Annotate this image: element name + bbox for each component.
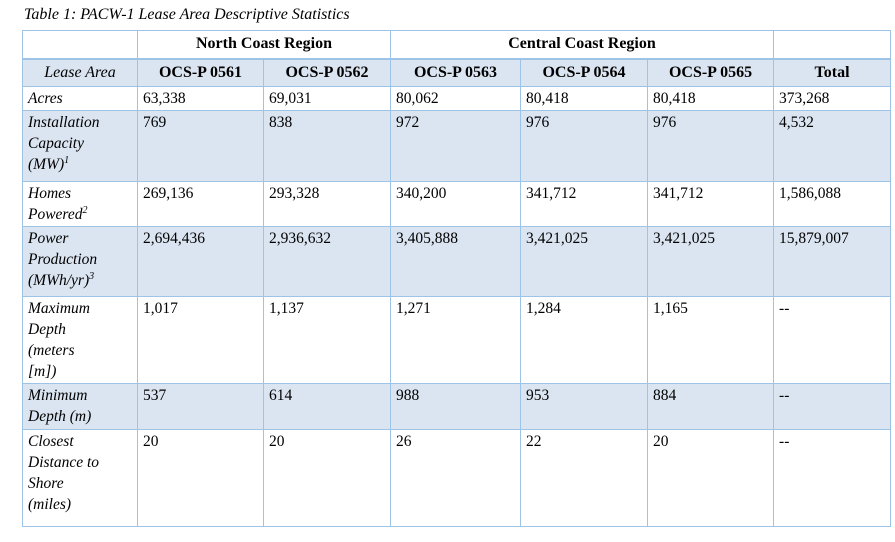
row-label: Acres: [23, 87, 138, 111]
cell-value: 2,936,632: [264, 227, 391, 297]
table-row-power-production: Power Production (MWh/yr)3 2,694,436 2,9…: [23, 227, 891, 297]
cell-value: 976: [521, 111, 648, 182]
column-header-ocsp-0563: OCS-P 0563: [391, 59, 521, 87]
cell-value: 614: [264, 384, 391, 430]
cell-value: 20: [138, 430, 264, 527]
region-header-blank: [774, 31, 891, 59]
cell-value: 80,418: [648, 87, 774, 111]
footnote-marker: 1: [64, 155, 69, 166]
table-caption: Table 1: PACW-1 Lease Area Descriptive S…: [24, 5, 895, 25]
lease-area-stats-table: North Coast Region Central Coast Region …: [22, 30, 891, 527]
column-header-lease-area: Lease Area: [23, 59, 138, 87]
cell-value: 340,200: [391, 182, 521, 227]
cell-value: 976: [648, 111, 774, 182]
row-label-text: Minimum Depth (m): [28, 387, 91, 425]
table-row-homes-powered: Homes Powered2 269,136 293,328 340,200 3…: [23, 182, 891, 227]
footnote-marker: 2: [83, 205, 88, 216]
cell-value: 884: [648, 384, 774, 430]
cell-value: 1,284: [521, 297, 648, 384]
row-label: Closest Distance to Shore (miles): [23, 430, 138, 527]
column-header-ocsp-0565: OCS-P 0565: [648, 59, 774, 87]
cell-value: 20: [264, 430, 391, 527]
cell-value: 80,062: [391, 87, 521, 111]
cell-value: 26: [391, 430, 521, 527]
cell-value: 537: [138, 384, 264, 430]
cell-total: 373,268: [774, 87, 891, 111]
row-label: Maximum Depth (meters [m]): [23, 297, 138, 384]
cell-value: 63,338: [138, 87, 264, 111]
column-header-ocsp-0562: OCS-P 0562: [264, 59, 391, 87]
row-label-text: Power Production (MWh/yr): [28, 230, 97, 289]
cell-value: 838: [264, 111, 391, 182]
cell-value: 293,328: [264, 182, 391, 227]
cell-total: 4,532: [774, 111, 891, 182]
cell-value: 988: [391, 384, 521, 430]
row-label: Homes Powered2: [23, 182, 138, 227]
cell-value: 3,421,025: [648, 227, 774, 297]
cell-value: 80,418: [521, 87, 648, 111]
column-header-ocsp-0564: OCS-P 0564: [521, 59, 648, 87]
cell-total: 15,879,007: [774, 227, 891, 297]
table-row-minimum-depth: Minimum Depth (m) 537 614 988 953 884 --: [23, 384, 891, 430]
cell-value: 972: [391, 111, 521, 182]
table-row-maximum-depth: Maximum Depth (meters [m]) 1,017 1,137 1…: [23, 297, 891, 384]
row-label-text: Closest Distance to Shore (miles): [28, 433, 99, 513]
cell-value: 20: [648, 430, 774, 527]
cell-value: 69,031: [264, 87, 391, 111]
footnote-marker: 3: [89, 271, 94, 282]
corner-blank-cell: [23, 31, 138, 59]
cell-value: 3,405,888: [391, 227, 521, 297]
cell-value: 341,712: [648, 182, 774, 227]
cell-value: 1,165: [648, 297, 774, 384]
cell-value: 953: [521, 384, 648, 430]
cell-value: 1,017: [138, 297, 264, 384]
row-label: Minimum Depth (m): [23, 384, 138, 430]
row-label: Installation Capacity (MW)1: [23, 111, 138, 182]
region-header-north: North Coast Region: [138, 31, 391, 59]
cell-value: 2,694,436: [138, 227, 264, 297]
table-row-closest-distance: Closest Distance to Shore (miles) 20 20 …: [23, 430, 891, 527]
row-label-text: Homes Powered: [28, 185, 83, 223]
column-header-row: Lease Area OCS-P 0561 OCS-P 0562 OCS-P 0…: [23, 59, 891, 87]
cell-value: 1,271: [391, 297, 521, 384]
column-header-ocsp-0561: OCS-P 0561: [138, 59, 264, 87]
cell-value: 22: [521, 430, 648, 527]
row-label: Power Production (MWh/yr)3: [23, 227, 138, 297]
cell-value: 1,137: [264, 297, 391, 384]
cell-total: --: [774, 430, 891, 527]
cell-total: --: [774, 384, 891, 430]
region-header-central: Central Coast Region: [391, 31, 774, 59]
document-page: Table 1: PACW-1 Lease Area Descriptive S…: [0, 0, 895, 527]
row-label-text: Maximum Depth (meters [m]): [28, 300, 90, 380]
cell-total: 1,586,088: [774, 182, 891, 227]
table-row-installation-capacity: Installation Capacity (MW)1 769 838 972 …: [23, 111, 891, 182]
cell-total: --: [774, 297, 891, 384]
row-label-text: Acres: [28, 90, 63, 107]
table-row-acres: Acres 63,338 69,031 80,062 80,418 80,418…: [23, 87, 891, 111]
cell-value: 769: [138, 111, 264, 182]
cell-value: 3,421,025: [521, 227, 648, 297]
region-header-row: North Coast Region Central Coast Region: [23, 31, 891, 59]
cell-value: 341,712: [521, 182, 648, 227]
cell-value: 269,136: [138, 182, 264, 227]
column-header-total: Total: [774, 59, 891, 87]
